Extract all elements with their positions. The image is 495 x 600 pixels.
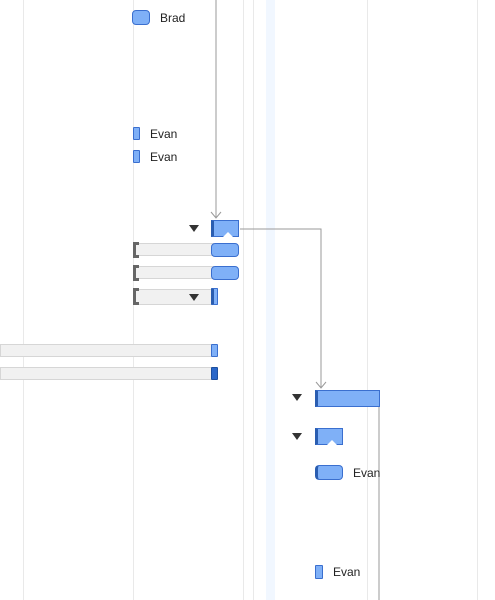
summary-notch — [327, 440, 337, 445]
baseline-bar — [0, 344, 214, 357]
milestone-bar[interactable] — [211, 344, 218, 357]
baseline-bar — [134, 289, 214, 305]
triangle-down-icon[interactable] — [292, 433, 302, 440]
summary-task-bar[interactable] — [211, 220, 239, 237]
bracket-icon — [133, 265, 139, 281]
dependency-links — [210, 0, 380, 600]
resource-label: Evan — [150, 150, 178, 164]
resource-label: Evan — [353, 466, 381, 480]
triangle-down-icon[interactable] — [189, 294, 199, 301]
task-bar[interactable] — [211, 243, 239, 257]
bracket-icon — [133, 288, 139, 305]
milestone-bar[interactable] — [133, 150, 140, 163]
gantt-chart-area: Brad Evan Evan Evan Evan — [0, 0, 495, 600]
milestone-bar[interactable] — [211, 288, 218, 305]
task-bar[interactable] — [211, 266, 239, 280]
baseline-bar — [134, 266, 214, 279]
task-bar[interactable] — [132, 10, 150, 25]
summary-task-bar[interactable] — [315, 390, 380, 407]
summary-notch — [223, 232, 233, 237]
dependency-link[interactable] — [240, 228, 322, 387]
triangle-down-icon[interactable] — [189, 225, 199, 232]
resource-label: Brad — [160, 11, 186, 25]
summary-task-bar[interactable] — [315, 428, 343, 445]
milestone-bar[interactable] — [211, 367, 218, 380]
task-bar[interactable] — [315, 465, 343, 480]
milestone-bar[interactable] — [315, 565, 323, 579]
milestone-bar[interactable] — [133, 127, 140, 140]
triangle-down-icon[interactable] — [292, 394, 302, 401]
baseline-bar — [134, 243, 214, 256]
resource-label: Evan — [150, 127, 178, 141]
baseline-bar — [0, 367, 214, 380]
resource-label: Evan — [333, 565, 361, 579]
bracket-icon — [133, 242, 139, 258]
